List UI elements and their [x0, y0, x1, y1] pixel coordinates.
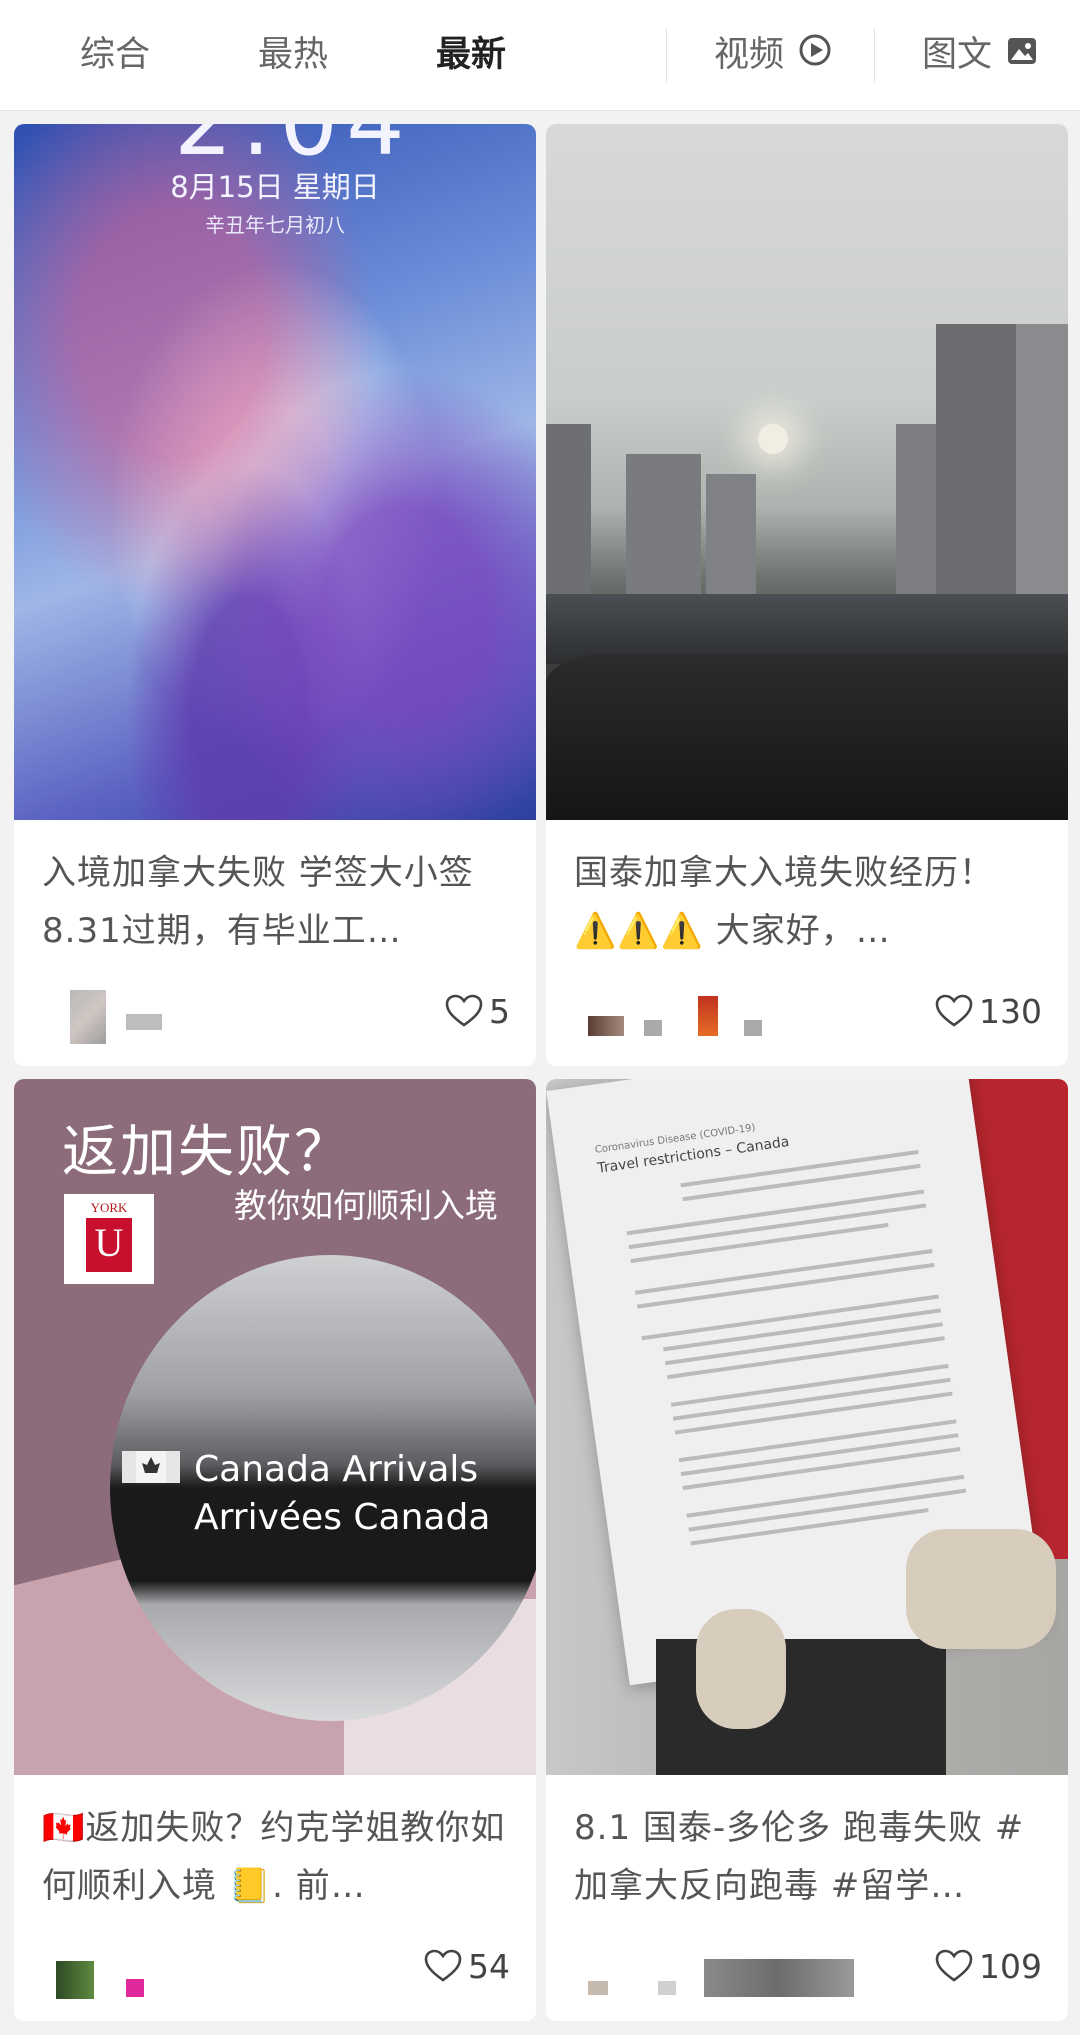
- post-thumbnail[interactable]: [546, 124, 1068, 820]
- tab-hottest[interactable]: 最热: [258, 0, 328, 110]
- post-card[interactable]: 返加失败？ 教你如何顺利入境 YORK U Canada Arrivals Ar…: [14, 1079, 536, 2021]
- author-name[interactable]: [126, 1014, 162, 1030]
- image-title: 返加失败？: [62, 1120, 352, 1185]
- post-caption[interactable]: 国泰加拿大入境失败经历！ ⚠️⚠️⚠️ 大家好，…: [574, 844, 1044, 960]
- author-name[interactable]: [658, 1981, 676, 1995]
- logo-text: YORK: [90, 1200, 128, 1215]
- like-button[interactable]: 130: [935, 992, 1042, 1032]
- post-caption[interactable]: 🇨🇦返加失败？约克学姐教你如何顺利入境 📒. 前…: [42, 1799, 512, 1915]
- tab-video-label: 视频: [714, 35, 785, 75]
- post-card[interactable]: 2:04 8月15日 星期日 辛丑年七月初八 入境加拿大失败 学签大小签 8.3…: [14, 124, 536, 1066]
- author-badge: [698, 996, 718, 1036]
- sun-graphic: [758, 424, 788, 454]
- post-meta: 130: [574, 984, 1042, 1054]
- canada-flag-sign-icon: [122, 1451, 180, 1483]
- like-button[interactable]: 5: [445, 992, 510, 1032]
- like-count: 130: [979, 992, 1042, 1031]
- like-count: 109: [979, 1947, 1042, 1986]
- image-icon: [1006, 1, 1038, 111]
- play-circle-icon: [798, 1, 832, 111]
- like-button[interactable]: 109: [935, 1947, 1042, 1987]
- gloved-hand: [906, 1529, 1056, 1649]
- heart-outline-icon: [445, 992, 489, 1031]
- logo-letter: U: [86, 1218, 132, 1272]
- heart-outline-icon: [424, 1947, 468, 1986]
- lockscreen-lunar-date: 辛丑年七月初八: [205, 213, 345, 237]
- avatar[interactable]: [56, 1961, 94, 1999]
- author-name[interactable]: [744, 1020, 762, 1036]
- tab-divider: [666, 28, 667, 82]
- author-name[interactable]: [644, 1020, 662, 1036]
- like-count: 5: [489, 992, 510, 1031]
- like-count: 54: [468, 1947, 510, 1986]
- building: [896, 424, 936, 614]
- post-card[interactable]: 国泰加拿大入境失败经历！ ⚠️⚠️⚠️ 大家好，… 130: [546, 124, 1068, 1066]
- post-meta: 54: [42, 1939, 510, 2009]
- post-thumbnail[interactable]: Coronavirus Disease (COVID-19) Travel re…: [546, 1079, 1068, 1775]
- building: [546, 424, 591, 604]
- top-tab-bar: 综合 最热 最新 视频 图文: [0, 0, 1080, 111]
- lockscreen-date: 8月15日 星期日: [170, 170, 380, 204]
- avatar[interactable]: [588, 1981, 608, 1995]
- building: [706, 474, 756, 604]
- avatar[interactable]: [588, 1016, 624, 1036]
- post-thumbnail[interactable]: 返加失败？ 教你如何顺利入境 YORK U Canada Arrivals Ar…: [14, 1079, 536, 1775]
- avatar[interactable]: [70, 990, 106, 1044]
- tab-image-text-label: 图文: [922, 35, 993, 75]
- post-meta: 5: [42, 984, 510, 1054]
- heart-outline-icon: [935, 1947, 979, 1986]
- gloved-hand: [696, 1609, 786, 1729]
- heart-outline-icon: [935, 992, 979, 1031]
- car-dashboard: [546, 654, 1068, 820]
- tab-video[interactable]: 视频: [714, 0, 832, 110]
- tab-overall[interactable]: 综合: [80, 0, 150, 110]
- york-university-logo: YORK U: [64, 1194, 154, 1284]
- building: [1016, 324, 1068, 624]
- like-button[interactable]: 54: [424, 1947, 510, 1987]
- tab-image-text[interactable]: 图文: [922, 0, 1038, 110]
- post-caption[interactable]: 8.1 国泰-多伦多 跑毒失败 #加拿大反向跑毒 #留学…: [574, 1799, 1044, 1915]
- post-thumbnail[interactable]: 2:04 8月15日 星期日 辛丑年七月初八: [14, 124, 536, 820]
- author-name[interactable]: [126, 1979, 144, 1997]
- building: [626, 454, 701, 604]
- tab-latest[interactable]: 最新: [436, 0, 506, 110]
- sign-text-french: Arrivées Canada: [194, 1497, 491, 1538]
- tab-divider: [874, 28, 875, 82]
- image-subtitle: 教你如何顺利入境: [234, 1186, 498, 1225]
- post-meta: 109: [574, 1939, 1042, 2009]
- author-name[interactable]: [704, 1959, 854, 1997]
- post-card[interactable]: Coronavirus Disease (COVID-19) Travel re…: [546, 1079, 1068, 2021]
- post-caption[interactable]: 入境加拿大失败 学签大小签 8.31过期，有毕业工…: [42, 844, 512, 960]
- sign-text-english: Canada Arrivals: [194, 1449, 479, 1490]
